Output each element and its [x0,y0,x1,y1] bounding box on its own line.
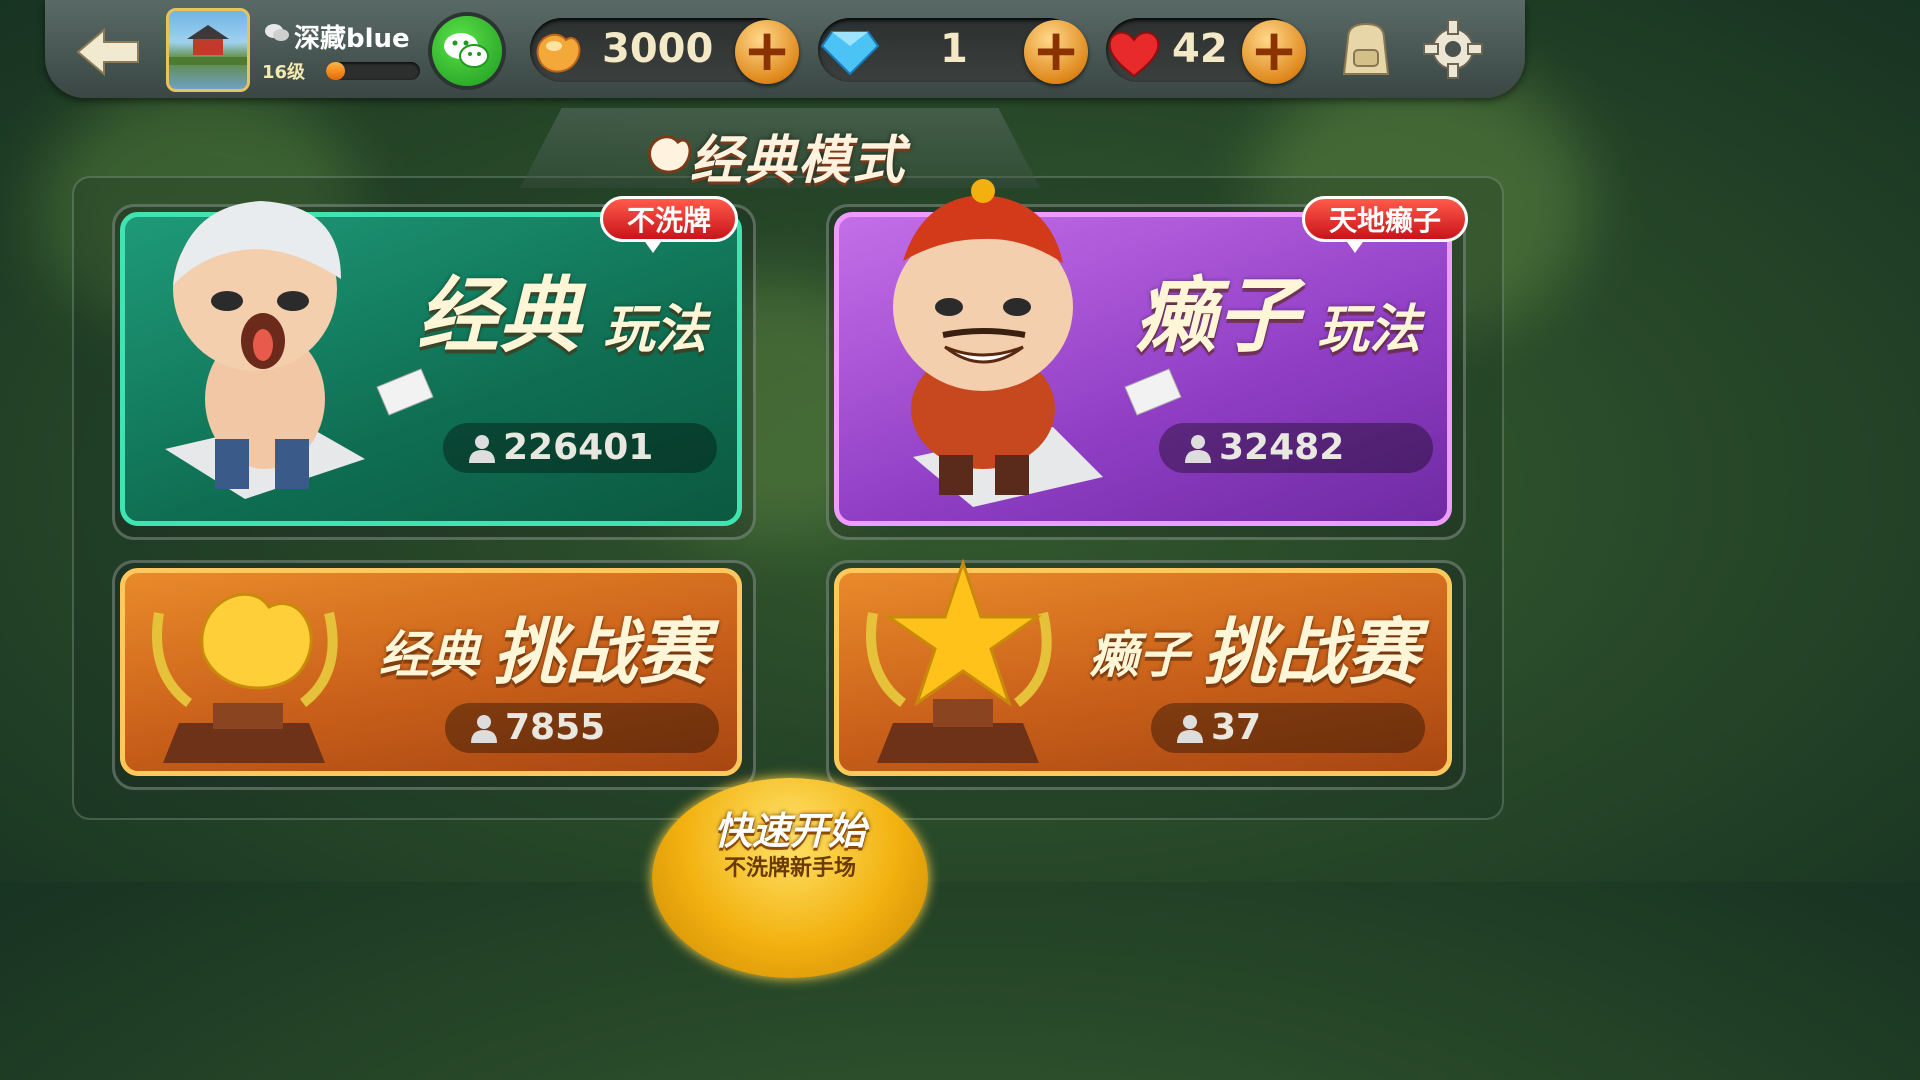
card-title-big: 挑战赛 [493,610,710,694]
character-bandana-illustration [165,201,365,499]
add-diamonds-button[interactable]: + [1024,20,1088,84]
card-title-small: 玩法 [1317,300,1422,360]
add-coins-button[interactable]: + [735,20,799,84]
tiandi-laizi-badge: 天地癞子 [1302,196,1469,253]
card-title-big: 经典 [417,269,581,364]
card-title-small: 癞子 [1089,626,1189,684]
card-title-big: 挑战赛 [1203,610,1420,694]
level-progress-fill [326,62,345,80]
back-arrow-icon[interactable] [74,26,144,78]
username: 深藏blue [294,24,410,54]
player-count: 37 [1151,703,1425,753]
card-title-big: 癞子 [1135,269,1299,364]
laizi-challenge-card[interactable]: 癞子 挑战赛 37 [834,558,1452,776]
quick-start-subtitle: 不洗牌新手场 [723,856,856,881]
coin-icon [648,135,692,174]
level-label: 16级 [262,62,306,83]
card-title-small: 玩法 [603,300,708,360]
star-trophy-icon [866,558,1052,763]
player-count: 32482 [1159,423,1433,473]
card-title-small: 经典 [379,626,479,684]
avatar-image [169,25,247,65]
person-icon [1185,435,1211,463]
classic-challenge-card[interactable]: 经典 挑战赛 7855 [120,568,742,776]
add-hearts-button[interactable]: + [1242,20,1306,84]
wechat-icon[interactable] [432,16,502,86]
wechat-small-icon [265,24,289,41]
coin-icon [536,33,581,73]
player-count: 7855 [445,703,719,753]
playing-card-icon [1124,368,1182,416]
quick-start-label[interactable]: 快速开始 [652,800,928,855]
avatar[interactable] [166,8,250,92]
player-count-value: 226401 [503,427,654,468]
diamonds-value: 1 [940,26,968,72]
person-icon [1177,715,1203,743]
level-progress-bar [326,62,420,80]
person-icon [471,715,497,743]
hearts-value: 42 [1172,26,1228,72]
classic-mode-card[interactable]: 经典 玩法 226401 [120,201,742,526]
no-shuffle-badge: 不洗牌 [600,196,739,253]
player-count-value: 32482 [1219,427,1345,468]
trophy-icon [152,592,338,763]
diamond-icon [820,31,880,76]
backpack-icon[interactable] [1334,16,1398,80]
player-count-value: 7855 [505,707,606,748]
playing-card-icon [376,368,434,416]
character-landlord-illustration [893,179,1103,507]
player-count-value: 37 [1211,707,1262,748]
heart-icon [1108,31,1160,78]
person-icon [469,435,495,463]
gear-icon[interactable] [1420,16,1486,82]
coins-value: 3000 [602,26,714,72]
laizi-mode-card[interactable]: 癞子 玩法 32482 [834,179,1452,526]
player-count: 226401 [443,423,717,473]
